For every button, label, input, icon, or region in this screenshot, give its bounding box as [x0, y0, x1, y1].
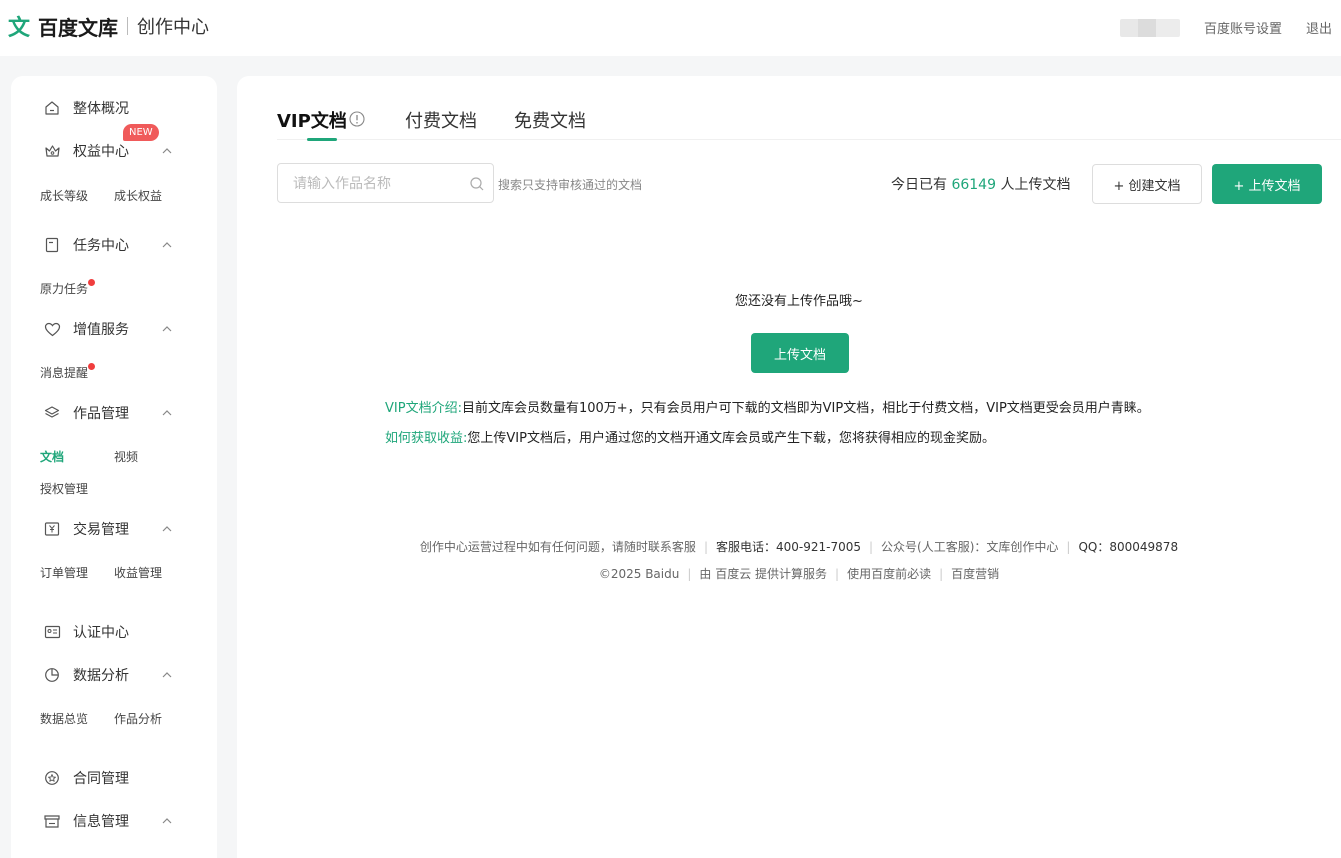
- empty-upload-button[interactable]: 上传文档: [751, 333, 849, 373]
- main-content: VIP文档 付费文档 免费文档 搜索只支持审核通过的文档 今日已有 66149 …: [237, 76, 1341, 858]
- sidebar-sub-message-remind[interactable]: 消息提醒: [40, 364, 88, 381]
- pie-chart-icon: [43, 666, 61, 684]
- income-intro: 如何获取收益:您上传VIP文档后，用户通过您的文档开通文库会员或产生下载，您将获…: [385, 427, 995, 446]
- sidebar-item-data-analysis[interactable]: 数据分析: [11, 661, 217, 689]
- sidebar-sub-order-manage[interactable]: 订单管理: [40, 564, 88, 581]
- sidebar-item-info-manage[interactable]: 信息管理: [11, 807, 217, 835]
- footer-cloud[interactable]: 由 百度云 提供计算服务: [699, 567, 827, 581]
- upload-doc-button[interactable]: + 上传文档: [1212, 164, 1322, 204]
- search-icon[interactable]: [469, 176, 485, 192]
- sidebar-item-label: 增值服务: [73, 322, 129, 338]
- doc-type-tabs: VIP文档 付费文档 免费文档: [277, 104, 1341, 141]
- sidebar-sub-video[interactable]: 视频: [114, 448, 138, 465]
- upload-count-number: 66149: [951, 177, 996, 193]
- baidu-wenku-logo[interactable]: 文 百度文库 创作中心: [8, 12, 210, 41]
- sidebar-item-overview[interactable]: 整体概况: [11, 94, 217, 122]
- upload-count-suffix: 人上传文档: [1000, 177, 1071, 193]
- creator-center-title: 创作中心: [137, 17, 210, 38]
- wenku-logo-mark: 文: [8, 15, 31, 41]
- sidebar: 整体概况 NEW 权益中心 成长等级 成长权益 任务中心 原力任务 增值服务 消…: [11, 76, 217, 858]
- sidebar-sub-yuanli-task[interactable]: 原力任务: [40, 280, 88, 297]
- chevron-up-icon[interactable]: [161, 239, 173, 251]
- sidebar-item-label: 信息管理: [73, 814, 129, 830]
- logout-link[interactable]: 退出: [1306, 18, 1332, 37]
- home-icon: [43, 99, 61, 117]
- sidebar-item-trade-manage[interactable]: 交易管理: [11, 515, 217, 543]
- chevron-up-icon[interactable]: [161, 407, 173, 419]
- chevron-up-icon[interactable]: [161, 323, 173, 335]
- sidebar-item-value-service[interactable]: 增值服务: [11, 315, 217, 343]
- footer-phone: 客服电话：400-921-7005: [715, 540, 861, 554]
- sidebar-sub-works-analysis[interactable]: 作品分析: [114, 710, 162, 727]
- footer-qq: QQ：800049878: [1078, 540, 1179, 554]
- crown-icon: [43, 142, 61, 160]
- income-intro-text: 您上传VIP文档后，用户通过您的文档开通文库会员或产生下载，您将获得相应的现金奖…: [467, 431, 995, 446]
- search-hint: 搜索只支持审核通过的文档: [498, 178, 643, 192]
- sidebar-item-label: 作品管理: [73, 406, 129, 422]
- sidebar-item-label: 数据分析: [73, 668, 129, 684]
- account-settings-link[interactable]: 百度账号设置: [1204, 18, 1282, 37]
- upload-count-text: 今日已有 66149 人上传文档: [891, 174, 1070, 194]
- sidebar-sub-auth-manage[interactable]: 授权管理: [40, 480, 88, 497]
- vip-intro-text: 目前文库会员数量有100万+，只有会员用户可下载的文档即为VIP文档，相比于付费…: [461, 401, 1150, 416]
- sidebar-sub-income-manage[interactable]: 收益管理: [114, 564, 162, 581]
- sidebar-item-label: 合同管理: [73, 771, 129, 787]
- active-tab-underline: [307, 138, 337, 141]
- chevron-up-icon[interactable]: [161, 669, 173, 681]
- chevron-up-icon[interactable]: [161, 145, 173, 157]
- tab-vip-docs[interactable]: VIP文档: [277, 107, 347, 133]
- yuan-icon: [43, 520, 61, 538]
- clipboard-icon: [43, 236, 61, 254]
- tab-free-docs[interactable]: 免费文档: [514, 107, 586, 133]
- footer-copyright-line: ©2025 Baidu | 由 百度云 提供计算服务 | 使用百度前必读 | 百度营销: [598, 567, 1000, 581]
- sidebar-sub-data-overview[interactable]: 数据总览: [40, 710, 88, 727]
- sidebar-item-works-manage[interactable]: 作品管理: [11, 399, 217, 427]
- top-header: 文 百度文库 创作中心 百度账号设置 退出: [0, 0, 1341, 56]
- user-name-blurred[interactable]: [1120, 19, 1180, 37]
- heart-icon: [43, 320, 61, 338]
- notification-dot: [88, 363, 95, 370]
- tab-paid-docs[interactable]: 付费文档: [405, 107, 477, 133]
- notification-dot: [88, 279, 95, 286]
- sidebar-item-task-center[interactable]: 任务中心: [11, 231, 217, 259]
- sidebar-sub-growth-rights[interactable]: 成长权益: [114, 187, 162, 204]
- footer-wechat: 公众号(人工客服)：文库创作中心: [881, 540, 1059, 554]
- vip-intro-key: VIP文档介绍:: [385, 401, 462, 416]
- income-intro-key: 如何获取收益:: [385, 431, 468, 446]
- sidebar-item-label: 认证中心: [73, 625, 129, 641]
- id-card-icon: [43, 623, 61, 641]
- info-icon[interactable]: [349, 111, 365, 127]
- logo-text: 百度文库: [38, 15, 119, 40]
- store-icon: [43, 812, 61, 830]
- create-doc-button[interactable]: + 创建文档: [1092, 164, 1202, 204]
- sidebar-item-cert-center[interactable]: 认证中心: [11, 618, 217, 646]
- chevron-up-icon[interactable]: [161, 815, 173, 827]
- sidebar-item-label: 任务中心: [73, 238, 129, 254]
- sidebar-item-label: 交易管理: [73, 522, 129, 538]
- vip-intro: VIP文档介绍:目前文库会员数量有100万+，只有会员用户可下载的文档即为VIP…: [385, 397, 1150, 416]
- footer-copyright: ©2025 Baidu: [598, 567, 680, 581]
- footer-must-read[interactable]: 使用百度前必读: [847, 567, 931, 581]
- search-input[interactable]: [293, 174, 463, 194]
- seal-icon: [43, 769, 61, 787]
- sidebar-sub-growth-level[interactable]: 成长等级: [40, 187, 88, 204]
- footer-marketing[interactable]: 百度营销: [951, 567, 999, 581]
- sidebar-sub-docs[interactable]: 文档: [40, 448, 64, 465]
- sidebar-item-rights-center[interactable]: 权益中心: [11, 137, 217, 165]
- layers-icon: [43, 404, 61, 422]
- upload-count-prefix: 今日已有: [891, 177, 947, 193]
- sidebar-item-contract-manage[interactable]: 合同管理: [11, 764, 217, 792]
- logo-divider: [127, 17, 129, 35]
- footer-contact-line: 创作中心运营过程中如有任何问题，请随时联系客服 | 客服电话：400-921-700…: [419, 540, 1179, 554]
- empty-state-text: 您还没有上传作品哦~: [735, 294, 863, 309]
- sidebar-item-label: 整体概况: [73, 101, 129, 117]
- chevron-up-icon[interactable]: [161, 523, 173, 535]
- search-box[interactable]: [277, 163, 494, 203]
- sidebar-item-label: 权益中心: [73, 144, 129, 160]
- footer-contact: 创作中心运营过程中如有任何问题，请随时联系客服: [419, 540, 696, 554]
